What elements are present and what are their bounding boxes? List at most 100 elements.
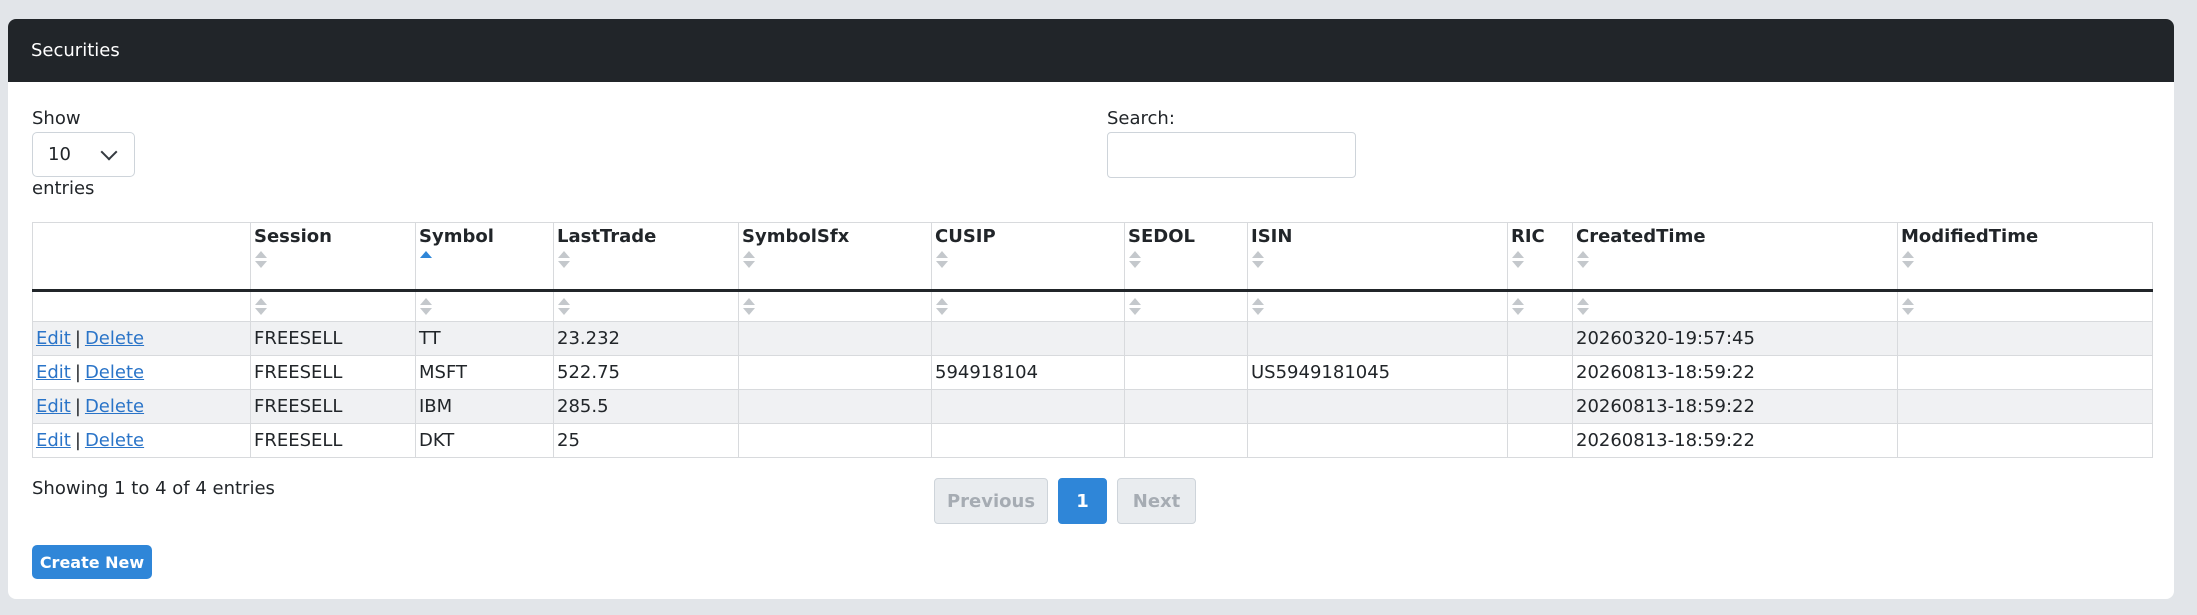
sedol-cell (1124, 355, 1248, 390)
column-header-cusip[interactable]: CUSIP (931, 222, 1125, 292)
sedol-cell (1124, 321, 1248, 356)
search-label: Search: (1107, 108, 1175, 129)
column-header-isin[interactable]: ISIN (1247, 222, 1508, 292)
page-1-button[interactable]: 1 (1058, 478, 1107, 524)
filter-cell[interactable] (1897, 290, 2153, 322)
sort-icon (419, 298, 433, 316)
filter-cell[interactable] (1507, 290, 1573, 322)
cusip-cell (931, 321, 1125, 356)
edit-link[interactable]: Edit (36, 328, 71, 349)
modifiedtime-cell (1897, 423, 2153, 458)
symbol-cell: TT (415, 321, 554, 356)
column-header-ric[interactable]: RIC (1507, 222, 1573, 292)
delete-link[interactable]: Delete (85, 328, 144, 349)
sort-icon (557, 298, 571, 316)
modifiedtime-cell (1897, 355, 2153, 390)
filter-cell (32, 290, 251, 322)
edit-link[interactable]: Edit (36, 396, 71, 417)
cusip-cell (931, 423, 1125, 458)
sort-icon (742, 251, 756, 269)
sedol-cell (1124, 389, 1248, 424)
delete-link[interactable]: Delete (85, 430, 144, 451)
separator: | (74, 430, 81, 451)
symbolsfx-cell (738, 423, 932, 458)
isin-cell (1247, 423, 1508, 458)
ric-cell (1507, 321, 1573, 356)
cusip-cell: 594918104 (931, 355, 1125, 390)
card-body: Show 10 entries Search: Session Symbol L… (8, 82, 2174, 599)
edit-link[interactable]: Edit (36, 430, 71, 451)
column-header-sedol[interactable]: SEDOL (1124, 222, 1248, 292)
table-row: Edit | Delete FREESELL IBM 285.5 20260813-… (32, 389, 2153, 424)
filter-cell[interactable] (250, 290, 416, 322)
chevron-down-icon (102, 146, 114, 158)
createdtime-cell: 20260813-18:59:22 (1572, 355, 1898, 390)
filter-cell[interactable] (1247, 290, 1508, 322)
entries-label: entries (32, 178, 95, 199)
delete-link[interactable]: Delete (85, 362, 144, 383)
filter-cell[interactable] (931, 290, 1125, 322)
filter-cell[interactable] (1572, 290, 1898, 322)
symbol-cell: IBM (415, 389, 554, 424)
isin-cell (1247, 321, 1508, 356)
sort-icon (1576, 298, 1590, 316)
sort-icon (1128, 298, 1142, 316)
entries-length-select[interactable]: 10 (32, 132, 135, 177)
edit-link[interactable]: Edit (36, 362, 71, 383)
session-cell: FREESELL (250, 355, 416, 390)
sort-icon (557, 251, 571, 269)
pagination: Previous 1 Next (934, 478, 1196, 524)
separator: | (74, 328, 81, 349)
column-header-createdtime[interactable]: CreatedTime (1572, 222, 1898, 292)
actions-cell: Edit | Delete (32, 321, 251, 356)
sort-icon (1128, 251, 1142, 269)
lasttrade-cell: 23.232 (553, 321, 739, 356)
filter-cell[interactable] (553, 290, 739, 322)
card-title: Securities (31, 40, 120, 61)
sedol-cell (1124, 423, 1248, 458)
isin-cell (1247, 389, 1508, 424)
sort-icon (1251, 298, 1265, 316)
actions-cell: Edit | Delete (32, 423, 251, 458)
search-input[interactable] (1107, 132, 1356, 178)
createdtime-cell: 20260813-18:59:22 (1572, 423, 1898, 458)
symbolsfx-cell (738, 389, 932, 424)
card-header: Securities (8, 19, 2174, 82)
modifiedtime-cell (1897, 389, 2153, 424)
column-header-symbolsfx[interactable]: SymbolSfx (738, 222, 932, 292)
filter-cell[interactable] (415, 290, 554, 322)
securities-table: Session Symbol LastTrade SymbolSfx CUSIP… (32, 222, 2153, 458)
session-cell: FREESELL (250, 423, 416, 458)
filter-cell[interactable] (1124, 290, 1248, 322)
column-header-lasttrade[interactable]: LastTrade (553, 222, 739, 292)
ric-cell (1507, 423, 1573, 458)
sort-icon (935, 251, 949, 269)
column-header-session[interactable]: Session (250, 222, 416, 292)
next-page-button[interactable]: Next (1117, 478, 1196, 524)
sort-icon (1901, 298, 1915, 316)
separator: | (74, 362, 81, 383)
lasttrade-cell: 285.5 (553, 389, 739, 424)
length-value: 10 (48, 144, 71, 165)
create-new-button[interactable]: Create New (32, 545, 152, 579)
sort-icon (1511, 251, 1525, 269)
symbolsfx-cell (738, 355, 932, 390)
delete-link[interactable]: Delete (85, 396, 144, 417)
symbol-cell: MSFT (415, 355, 554, 390)
session-cell: FREESELL (250, 389, 416, 424)
sort-icon (1901, 251, 1915, 269)
lasttrade-cell: 522.75 (553, 355, 739, 390)
symbol-cell: DKT (415, 423, 554, 458)
createdtime-cell: 20260813-18:59:22 (1572, 389, 1898, 424)
table-info: Showing 1 to 4 of 4 entries (32, 478, 275, 499)
filter-cell[interactable] (738, 290, 932, 322)
column-header-symbol[interactable]: Symbol (415, 222, 554, 292)
previous-page-button[interactable]: Previous (934, 478, 1048, 524)
table-row: Edit | Delete FREESELL TT 23.232 20260320-… (32, 321, 2153, 356)
table-row: Edit | Delete FREESELL MSFT 522.75 5949181… (32, 355, 2153, 390)
column-header-modifiedtime[interactable]: ModifiedTime (1897, 222, 2153, 292)
header-row: Session Symbol LastTrade SymbolSfx CUSIP… (32, 222, 2153, 292)
separator: | (74, 396, 81, 417)
column-header-actions (32, 222, 251, 292)
sort-ascending-icon (419, 251, 433, 269)
